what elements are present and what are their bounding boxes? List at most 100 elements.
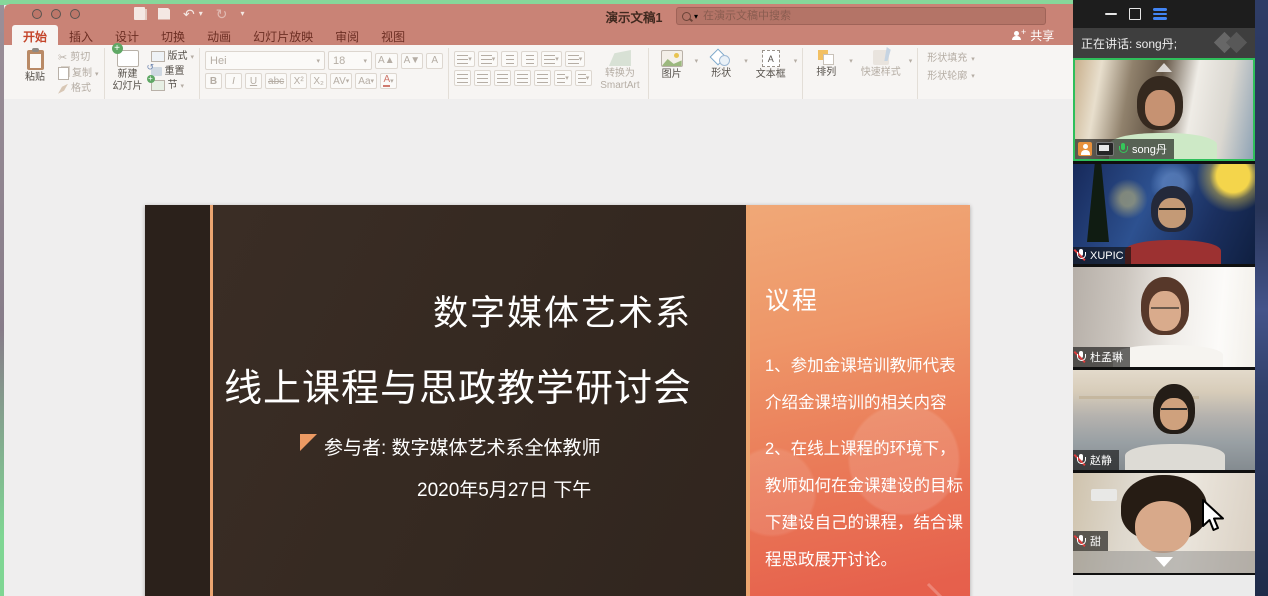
window-close-button[interactable] — [32, 9, 42, 19]
character-spacing-button[interactable]: AV▾ — [330, 73, 352, 89]
format-painter-button[interactable]: 格式 — [58, 83, 99, 95]
video-tile[interactable]: 杜孟琳 — [1073, 267, 1255, 367]
bold-button[interactable]: B — [205, 73, 222, 89]
copy-dropdown-icon[interactable]: ▾ — [95, 70, 99, 78]
cut-button[interactable]: ✂剪切 — [58, 51, 99, 64]
text-box-button[interactable]: A 文本框 — [753, 49, 789, 82]
collapse-up-icon[interactable] — [1156, 63, 1172, 72]
quick-styles-icon — [873, 50, 889, 65]
align-text-icon — [578, 74, 586, 83]
search-box[interactable]: ▾ — [676, 7, 1046, 25]
clear-formatting-button[interactable]: A — [426, 53, 443, 69]
shapes-dropdown-icon[interactable]: ▾ — [744, 57, 748, 65]
window-minimize-button[interactable] — [51, 9, 61, 19]
minimize-icon[interactable] — [1105, 13, 1117, 15]
align-center-icon — [477, 74, 488, 83]
align-right-button[interactable] — [494, 70, 511, 86]
gallery-view-icon[interactable] — [1153, 8, 1167, 20]
agenda-title: 议程 — [765, 281, 819, 317]
maximize-icon[interactable] — [1129, 8, 1141, 20]
video-tile[interactable]: 甜 — [1073, 473, 1255, 573]
toolbar-more-icon[interactable]: ▾ — [240, 9, 244, 18]
participants-line: 参与者: 数字媒体艺术系全体教师 — [300, 433, 601, 460]
copy-button[interactable]: 复制▾ — [58, 67, 99, 80]
quick-styles-button[interactable]: 快速样式 — [858, 49, 904, 80]
align-text-button[interactable]: ▾ — [575, 70, 593, 86]
search-input[interactable] — [701, 9, 1040, 23]
meeting-app-logo — [1215, 32, 1249, 54]
reset-button[interactable]: 重置 — [151, 66, 195, 78]
font-color-button[interactable]: A▾ — [380, 73, 397, 89]
align-center-button[interactable] — [474, 70, 491, 86]
section-button[interactable]: 节▾ — [151, 80, 195, 92]
bullet-list-button[interactable]: ▾ — [454, 51, 475, 67]
font-size-select[interactable]: 18▾ — [328, 51, 372, 70]
new-slide-button[interactable]: 新建幻灯片 — [110, 49, 146, 93]
section-icon — [151, 80, 165, 91]
format-painter-icon — [58, 84, 68, 94]
align-right-icon — [497, 74, 508, 83]
text-box-dropdown-icon[interactable]: ▾ — [794, 57, 798, 65]
slide[interactable]: 数字媒体艺术系 线上课程与思政教学研讨会 参与者: 数字媒体艺术系全体教师 20… — [145, 205, 970, 596]
redo-icon[interactable]: ↻ — [216, 8, 228, 20]
grow-font-button[interactable]: A▲ — [375, 53, 398, 69]
scroll-down-bar[interactable] — [1073, 551, 1255, 573]
font-name-select[interactable]: Hei▾ — [205, 51, 325, 70]
tab-view[interactable]: 视图 — [370, 25, 416, 45]
convert-smartart-button[interactable]: 转换为SmartArt — [597, 49, 642, 92]
tab-review[interactable]: 审阅 — [324, 25, 370, 45]
clipboard-group: 粘贴 ✂剪切 复制▾ 格式 — [12, 48, 105, 101]
layout-button[interactable]: 版式▾ — [151, 51, 195, 63]
underline-button[interactable]: U — [245, 73, 262, 89]
tab-design[interactable]: 设计 — [104, 25, 150, 45]
tab-home[interactable]: 开始 — [12, 25, 58, 45]
indent-decrease-button[interactable] — [501, 51, 518, 67]
tab-slideshow[interactable]: 幻灯片放映 — [242, 25, 324, 45]
window-zoom-button[interactable] — [70, 9, 80, 19]
distribute-button[interactable] — [534, 70, 551, 86]
paste-button[interactable]: 粘贴 — [17, 49, 53, 85]
picture-dropdown-icon[interactable]: ▾ — [695, 57, 699, 65]
shape-fill-button[interactable]: 形状填充▾ — [923, 53, 975, 65]
align-left-button[interactable] — [454, 70, 471, 86]
save-icon[interactable] — [158, 8, 170, 20]
video-tile[interactable]: 赵静 — [1073, 370, 1255, 470]
bullet-list-icon — [457, 55, 468, 64]
participant-nametag: 杜孟琳 — [1073, 347, 1130, 367]
numbered-list-button[interactable]: ▾ — [478, 51, 499, 67]
share-label: 共享 — [1030, 27, 1054, 44]
participant-name: XUPIC — [1090, 250, 1124, 262]
video-tile[interactable]: XUPIC — [1073, 164, 1255, 264]
arrange-button[interactable]: 排列 — [808, 49, 844, 80]
undo-icon[interactable]: ↶ — [183, 8, 195, 20]
superscript-button[interactable]: X² — [290, 73, 307, 89]
columns-icon — [568, 55, 579, 64]
picture-button[interactable]: 图片 — [654, 49, 690, 82]
layout-dropdown-icon[interactable]: ▾ — [191, 53, 195, 61]
line-spacing-button[interactable]: ▾ — [541, 51, 562, 67]
arrange-dropdown-icon[interactable]: ▾ — [849, 57, 853, 65]
change-case-button[interactable]: Aa▾ — [355, 73, 377, 89]
shape-outline-button[interactable]: 形状轮廓▾ — [923, 71, 975, 83]
strikethrough-button[interactable]: abc — [265, 73, 287, 89]
shape-outline-dropdown-icon[interactable]: ▾ — [971, 72, 975, 80]
text-direction-button[interactable]: ▾ — [554, 70, 572, 86]
indent-increase-button[interactable] — [521, 51, 538, 67]
video-tile[interactable]: song丹 — [1073, 58, 1255, 161]
italic-button[interactable]: I — [225, 73, 242, 89]
tab-insert[interactable]: 插入 — [58, 25, 104, 45]
search-scope-dropdown-icon[interactable]: ▾ — [694, 12, 698, 21]
share-button[interactable]: + 共享 — [1012, 27, 1054, 44]
new-document-icon[interactable] — [134, 7, 145, 20]
undo-dropdown-icon[interactable]: ▾ — [199, 9, 203, 18]
columns-button[interactable]: ▾ — [565, 51, 586, 67]
subscript-button[interactable]: X₂ — [310, 73, 327, 89]
shrink-font-button[interactable]: A▼ — [401, 53, 424, 69]
shape-fill-dropdown-icon[interactable]: ▾ — [971, 55, 975, 63]
shapes-button[interactable]: 形状 — [703, 49, 739, 81]
tab-transitions[interactable]: 切换 — [150, 25, 196, 45]
tab-animations[interactable]: 动画 — [196, 25, 242, 45]
quick-styles-dropdown-icon[interactable]: ▾ — [909, 57, 913, 65]
section-dropdown-icon[interactable]: ▾ — [181, 82, 185, 90]
justify-button[interactable] — [514, 70, 531, 86]
